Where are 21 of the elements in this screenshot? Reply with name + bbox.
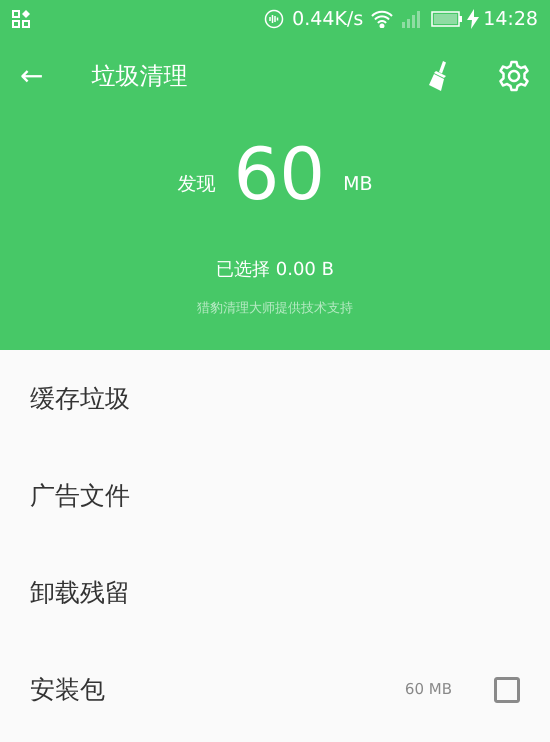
status-time: 14:28: [483, 6, 538, 32]
back-button[interactable]: ←: [20, 62, 44, 90]
checkbox[interactable]: [494, 676, 520, 702]
wifi-icon: [371, 10, 394, 28]
found-label: 发现: [177, 172, 216, 197]
apps-icon: [12, 10, 30, 28]
category-label: 广告文件: [30, 480, 131, 512]
settings-icon[interactable]: [498, 60, 530, 92]
selected-size: 已选择 0.00 B: [216, 258, 334, 282]
charging-icon: [467, 9, 480, 29]
amount-unit: MB: [343, 172, 373, 197]
category-size: 60 MB: [404, 679, 452, 700]
page-title: 垃圾清理: [91, 61, 188, 92]
category-label: 卸载残留: [30, 576, 131, 609]
category-label: 安装包: [30, 674, 106, 706]
battery-icon: [431, 11, 464, 27]
found-amount: 60: [233, 138, 326, 210]
audio-icon: [264, 9, 284, 29]
credit-text: 猎豹清理大师提供技术支持: [197, 300, 353, 318]
network-speed: 0.44K/s: [292, 6, 364, 32]
category-label: 缓存垃圾: [30, 382, 131, 415]
